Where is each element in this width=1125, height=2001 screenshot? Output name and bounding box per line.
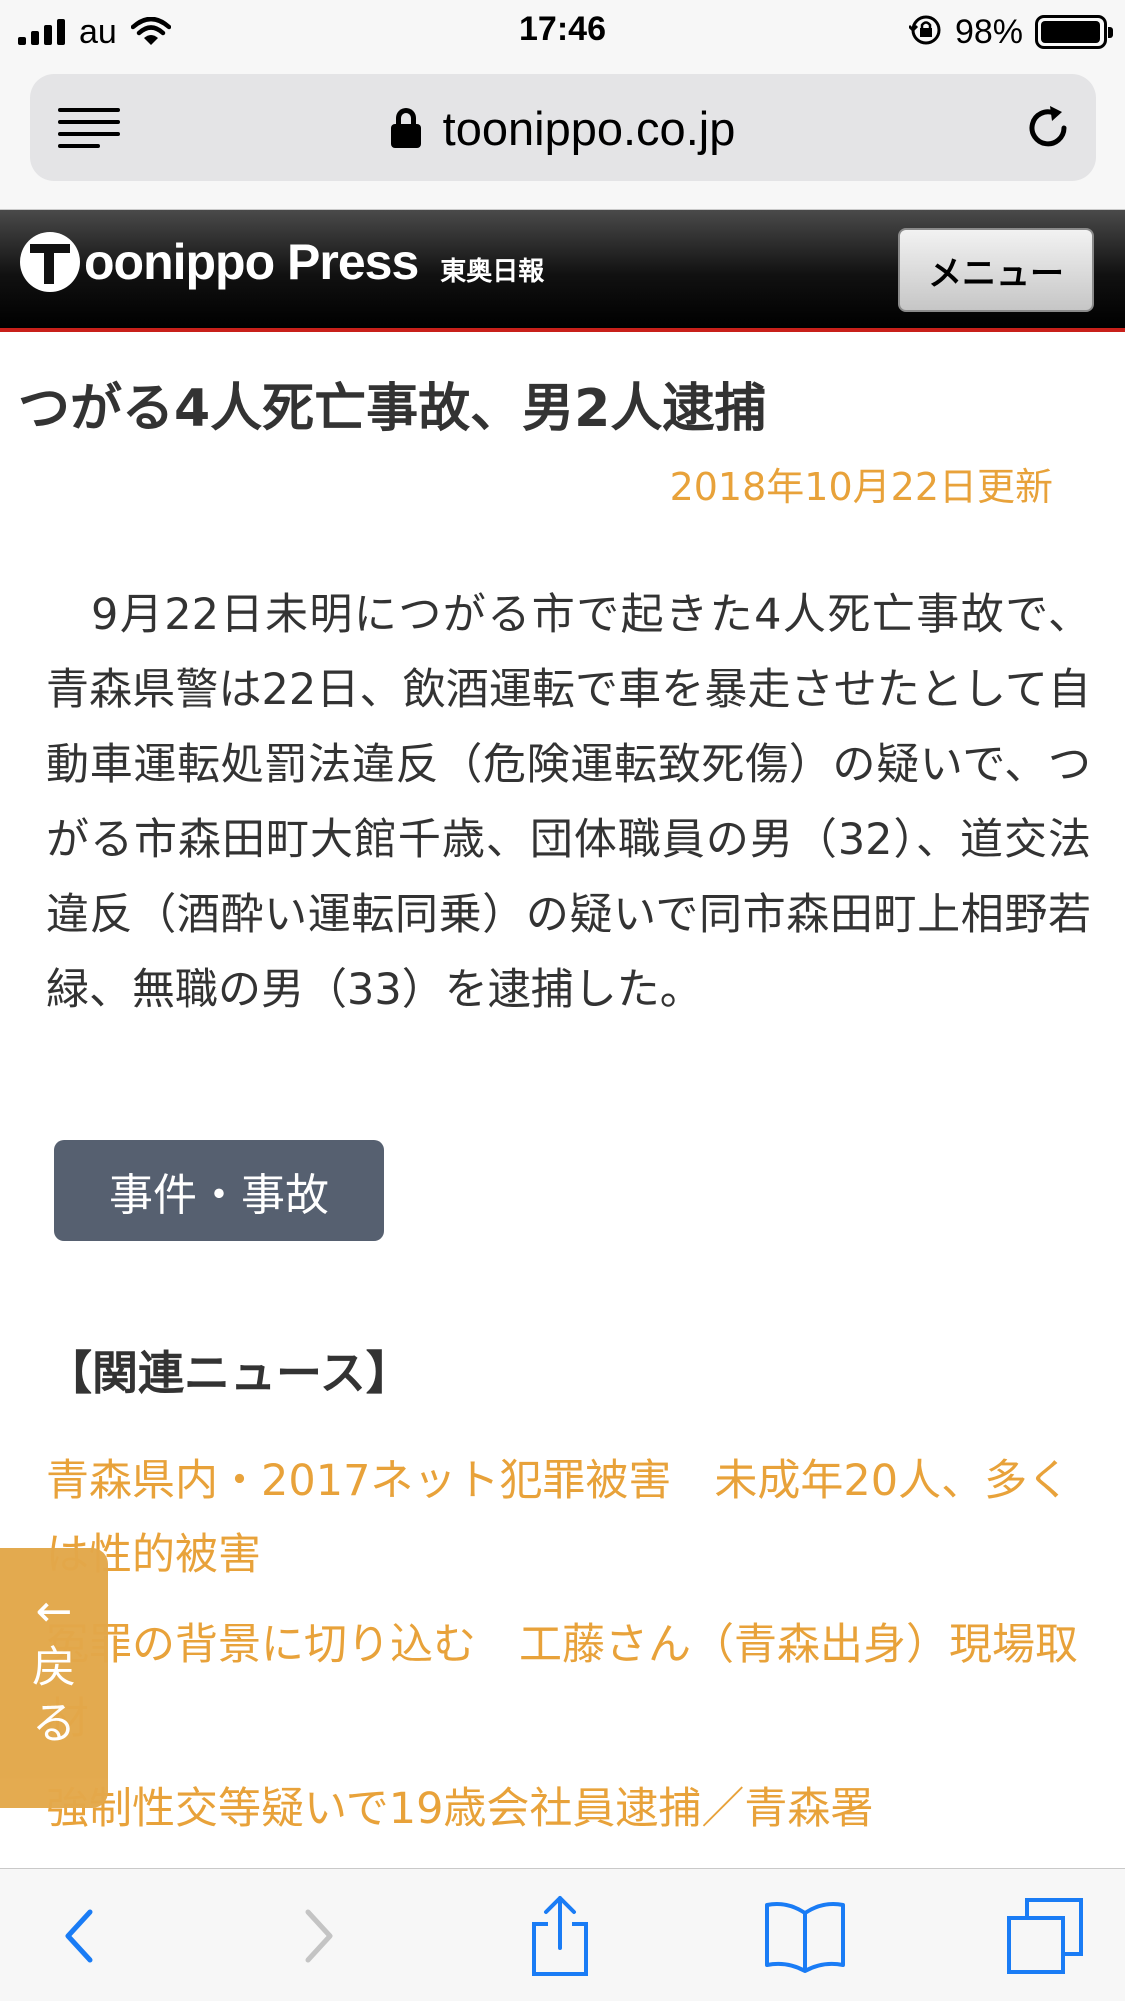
battery-level xyxy=(1041,21,1100,43)
site-header: oonippo Press 東奥日報 メニュー xyxy=(0,210,1125,332)
bookmarks-icon[interactable] xyxy=(750,1869,860,2001)
url-display[interactable]: toonippo.co.jp xyxy=(30,96,1096,160)
browser-address-area: toonippo.co.jp xyxy=(0,64,1125,210)
status-right: 98% xyxy=(907,10,1113,54)
back-tab-button[interactable]: ← 戻 る xyxy=(0,1548,108,1808)
article-title: つがる4人死亡事故、男2人逮捕 xyxy=(18,379,767,439)
logo-t-mark xyxy=(20,232,80,292)
related-news-heading: 【関連ニュース】 xyxy=(46,1346,412,1400)
status-bar: au 17:46 98% xyxy=(0,0,1125,64)
back-tab-label: 戻 xyxy=(32,1642,76,1693)
menu-button[interactable]: メニュー xyxy=(898,228,1094,312)
battery-icon xyxy=(1035,15,1113,49)
category-tag-button[interactable]: 事件・事故 xyxy=(54,1140,384,1241)
related-news-link[interactable]: 冤罪の背景に切り込む 工藤さん（青森出身）現場取材 xyxy=(46,1608,1086,1756)
back-tab-label: る xyxy=(32,1698,76,1749)
orientation-lock-icon xyxy=(907,13,943,51)
url-text[interactable]: toonippo.co.jp xyxy=(443,101,736,156)
battery-percent: 98% xyxy=(954,12,1023,51)
logo-subtitle: 東奥日報 xyxy=(440,256,545,287)
lock-icon xyxy=(390,108,421,148)
related-news-link[interactable]: 青森県内・2017ネット犯罪被害 未成年20人、多くは性的被害 xyxy=(46,1444,1086,1592)
back-arrow-icon: ← xyxy=(35,1586,73,1637)
share-icon[interactable] xyxy=(510,1869,610,2001)
back-icon[interactable] xyxy=(30,1869,130,2001)
article-body: 9月22日未明につがる市で起きた4人死亡事故で、青森県警は22日、飲酒運転で車を… xyxy=(46,590,1091,1015)
tabs-icon[interactable] xyxy=(990,1869,1100,2001)
reload-icon[interactable] xyxy=(1024,104,1072,156)
address-bar[interactable]: toonippo.co.jp xyxy=(30,74,1096,181)
browser-toolbar xyxy=(0,1868,1125,2001)
site-logo[interactable]: oonippo Press 東奥日報 xyxy=(20,232,544,292)
logo-text: oonippo Press xyxy=(84,234,419,290)
forward-icon[interactable] xyxy=(268,1869,368,2001)
article-date: 2018年10月22日更新 xyxy=(669,465,1053,509)
related-news-link[interactable]: 強制性交等疑いで19歳会社員逮捕／青森署 xyxy=(46,1772,1086,1846)
related-news-list: 青森県内・2017ネット犯罪被害 未成年20人、多くは性的被害 冤罪の背景に切り… xyxy=(46,1444,1086,1862)
